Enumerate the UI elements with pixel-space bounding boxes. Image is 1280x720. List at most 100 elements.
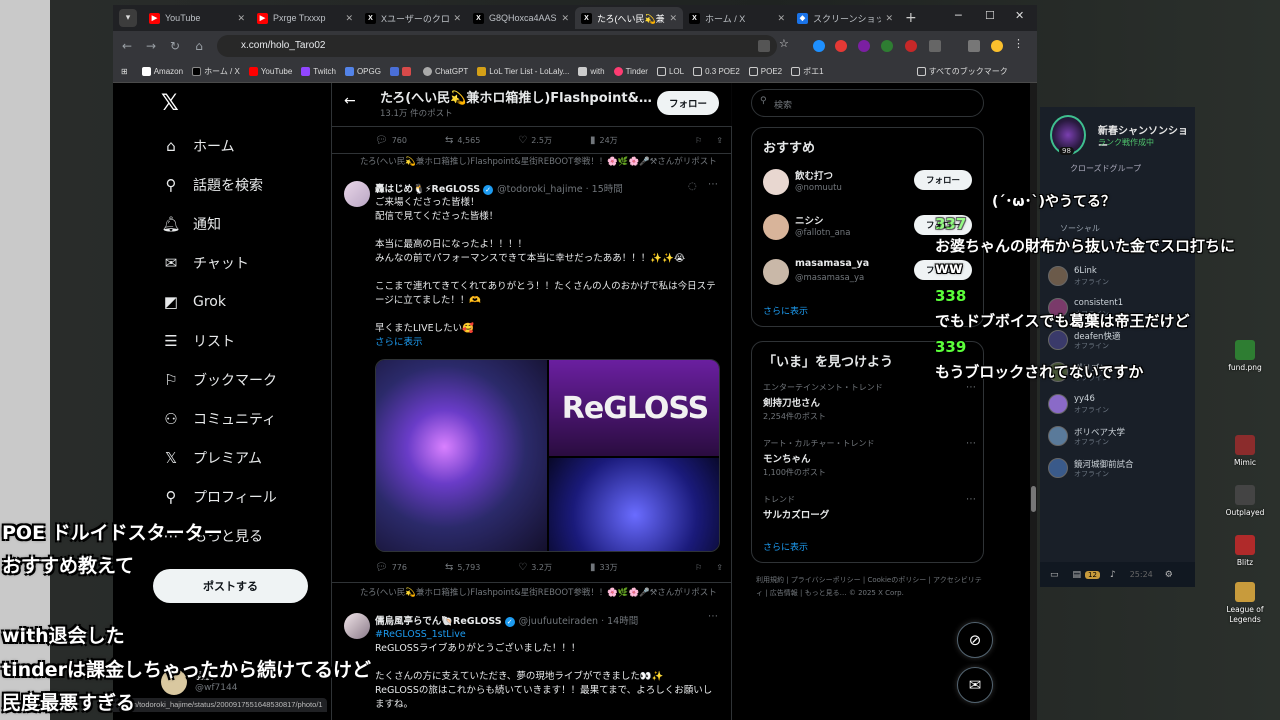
new-tab-button[interactable]: + [905,10,917,26]
footer-links[interactable]: 利用規約 | プライバシーポリシー | Cookieのポリシー | アクセシビリ… [756,574,986,600]
reply-button[interactable]: 💬︎ 776 [375,562,407,573]
trend-more-icon[interactable]: ⋯ [966,382,976,393]
reply-button[interactable]: 💬︎ 760 [375,135,407,146]
nav-explore[interactable]: ⚲ 話題を検索 [161,166,264,204]
trend-more-icon[interactable]: ⋯ [966,438,976,449]
like-button[interactable]: ♡ 3.2万 [518,562,552,573]
close-tab-icon[interactable]: ✕ [237,13,245,24]
home-icon[interactable]: ⌂ [187,39,211,53]
repost-button[interactable]: ⇆ 4,565 [445,135,480,146]
bookmark-tinder[interactable]: Tinder [613,67,648,76]
recommend-user[interactable]: 飲む打つ @nomuutu フォロー [763,165,978,201]
post-more-icon[interactable]: ⋯ [708,179,718,190]
extension-icon-2[interactable] [835,40,847,52]
voice-icon[interactable]: ♪ [1110,570,1116,580]
tab-youtube-2[interactable]: ▶ Pxrge Trxxxp ✕ [251,7,359,29]
grok-fab-icon[interactable]: ⊘ [957,622,993,658]
nav-notifications[interactable]: 🔔︎ 通知 [161,205,221,243]
desktop-icon-blitz[interactable]: Blitz [1215,535,1275,568]
url-field[interactable]: x.com/holo_Taro02 [217,35,777,57]
follow-button[interactable]: フォロー [657,91,719,115]
show-more-link[interactable]: さらに表示 [375,336,455,350]
friend-item[interactable]: 6Link オフライン [1048,264,1188,292]
nav-communities[interactable]: ⚇ コミュニティ [161,400,276,438]
messages-fab-icon[interactable]: ✉ [957,667,993,703]
views-button[interactable]: ▮ 33万 [590,562,618,573]
search-input[interactable]: ⚲ 検索 [751,89,984,117]
desktop-icon-mimic[interactable]: Mimic [1215,435,1275,468]
friend-item[interactable]: 鏡河城御前試合 オフライン [1048,456,1188,484]
bookmark-post-icon[interactable]: ⚐ [695,563,702,572]
grok-post-icon[interactable]: ◌ [688,181,697,192]
post-author[interactable]: 轟はじめ🐧⚡ReGLOSS ✓ @todoroki_hajime · 15時間 [375,181,623,195]
reload-icon[interactable]: ↻ [163,39,187,53]
trend-item[interactable]: エンターテインメント・トレンド 剣持刀也さん 2,254件のポスト ⋯ [763,382,978,422]
concert-photo-1[interactable] [376,360,547,551]
desktop-icon-fund[interactable]: fund.png [1215,340,1275,373]
bookmark-chatgpt[interactable]: ChatGPT [422,67,468,76]
trend-item[interactable]: トレンド サルカズローグ ⋯ [763,494,978,521]
missions-icon[interactable]: ▤ [1073,570,1082,580]
bookmark-x-home[interactable]: ホーム / X [192,66,240,77]
back-arrow-icon[interactable]: ← [344,93,356,109]
tab-x-1[interactable]: X Xユーザーのクロ@✕ [359,7,467,29]
bookmark-post-icon[interactable]: ⚐ [695,136,702,145]
bookmark-with[interactable]: with [578,67,605,76]
settings-gear-icon[interactable]: ⚙ [1165,570,1173,580]
views-button[interactable]: ▮ 24万 [590,135,618,146]
nav-lists[interactable]: ☰ リスト [161,322,235,360]
bookmark-folder-poe2[interactable]: POE2 [748,67,782,76]
forward-icon[interactable]: → [139,39,163,53]
profile-avatar-icon[interactable] [991,40,1003,52]
extension-icon-1[interactable] [813,40,825,52]
tab-x-2[interactable]: X G8QHoxca4AAS ✕ [467,7,575,29]
extension-icon-3[interactable] [858,40,870,52]
close-window-button[interactable]: ✕ [1015,9,1024,22]
bookmark-twitch[interactable]: Twitch [301,67,336,76]
follow-button[interactable]: フォロー [914,170,972,190]
close-tab-icon[interactable]: ✕ [885,13,893,24]
scrollbar-thumb[interactable] [1031,486,1036,512]
apps-grid-icon[interactable]: ⊞ [121,67,128,76]
chat-icon[interactable]: ▭ [1050,570,1059,580]
bookmark-lolalytics[interactable]: LoL Tier List - LoLaly... [477,67,569,76]
tab-screenshot[interactable]: ◆ スクリーンショット✕ [791,7,899,29]
like-button[interactable]: ♡ 2.5万 [518,135,552,146]
nav-chat[interactable]: ✉ チャット [161,244,249,282]
friend-item[interactable]: deafen快適 オフライン [1048,328,1188,356]
bookmark-youtube[interactable]: YouTube [248,67,292,76]
post-author[interactable]: 儒烏風亭らでん🐚ReGLOSS ✓ @juufuuteiraden · 14時間 [375,613,638,627]
nav-grok[interactable]: ◩ Grok [161,283,226,321]
trend-item[interactable]: アート・カルチャー・トレンド モンちゃん 1,100件のポスト ⋯ [763,438,978,478]
post-avatar[interactable] [344,181,370,207]
back-icon[interactable]: ← [115,39,139,53]
post-media-grid[interactable]: ReGLOSS [375,359,720,552]
trend-more-icon[interactable]: ⋯ [966,494,976,505]
bookmark-star-icon[interactable]: ☆ [779,37,791,50]
nav-profile[interactable]: ⚲ プロフィール [161,478,277,516]
media-control-icon[interactable] [968,40,980,52]
bookmark-folder-lol[interactable]: LOL [656,67,684,76]
show-more-link[interactable]: さらに表示 [763,304,808,317]
bookmark-folder-poe2-03[interactable]: 0.3 POE2 [693,67,740,76]
desktop-icon-outplayed[interactable]: Outplayed [1215,485,1275,518]
tab-x-active[interactable]: X たろ(へい民💫兼... ✕ [575,7,683,29]
close-tab-icon[interactable]: ✕ [669,13,677,24]
close-tab-icon[interactable]: ✕ [453,13,461,24]
x-logo-icon[interactable]: 𝕏 [161,91,179,116]
post-more-icon[interactable]: ⋯ [708,611,718,622]
bookmark-amazon[interactable]: Amazon [141,67,183,76]
hashtag-link[interactable]: #ReGLOSS_1stLive [375,628,720,642]
bookmark-all-folder[interactable]: すべてのブックマーク [916,66,1008,77]
post-button[interactable]: ポストする [153,569,308,603]
nav-bookmarks[interactable]: ⚐ ブックマーク [161,361,277,399]
bookmark-folder-poe1[interactable]: ポエ1 [791,66,824,77]
nav-premium[interactable]: 𝕏 プレミアム [161,439,262,477]
desktop-icon-lol[interactable]: League of Legends [1215,582,1275,625]
tab-youtube[interactable]: ▶ YouTube ✕ [143,7,251,29]
minimize-button[interactable]: ─ [955,9,962,22]
extension-icon-5[interactable] [905,40,917,52]
menu-kebab-icon[interactable]: ⋮ [1013,37,1025,50]
concert-photo-2[interactable]: ReGLOSS [549,360,719,456]
close-tab-icon[interactable]: ✕ [561,13,569,24]
